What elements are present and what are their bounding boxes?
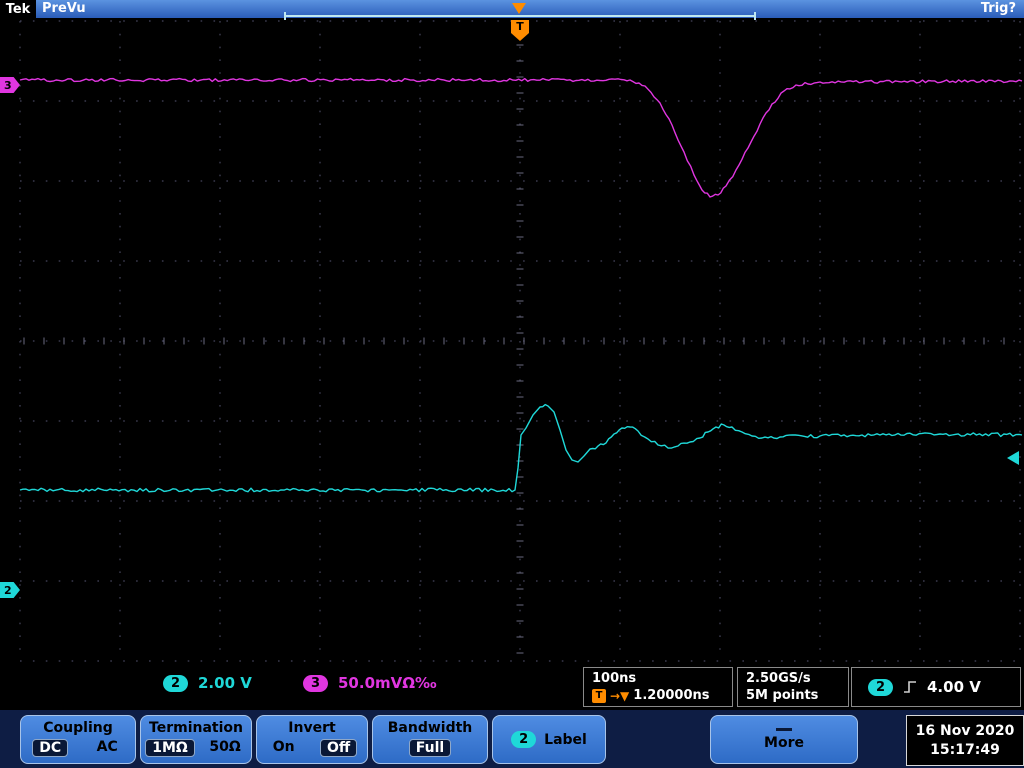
coupling-dc-option[interactable]: DC (32, 739, 69, 757)
invert-off-option[interactable]: Off (320, 739, 358, 757)
readout-strip: 2 2.00 V 3 50.0mVΩ‰ 100ns T →▼ 1.20000ns… (0, 664, 1024, 710)
trigger-level: 4.00 V (927, 678, 981, 696)
trigger-source-badge: 2 (868, 678, 893, 696)
channel3-readout[interactable]: 3 50.0mVΩ‰ (303, 674, 437, 692)
channel2-scale: 2.00 V (198, 674, 252, 692)
invert-button[interactable]: Invert On Off (256, 715, 368, 764)
coupling-button[interactable]: Coupling DC AC (20, 715, 136, 764)
record-view-left-bracket (284, 12, 286, 20)
channel2-readout[interactable]: 2 2.00 V (163, 674, 252, 692)
label-title: Label (544, 731, 587, 748)
acquisition-status: PreVu (42, 1, 86, 16)
record-length: 5M points (746, 688, 819, 703)
trigger-status: Trig? (980, 1, 1016, 16)
bandwidth-button[interactable]: Bandwidth Full (372, 715, 488, 764)
channel3-badge: 3 (303, 674, 328, 692)
invert-title: Invert (288, 720, 336, 736)
oscilloscope-screen: Tek PreVu Trig? T 3 2 2 2.00 V 3 50.0mVΩ… (0, 0, 1024, 768)
time-text: 15:17:49 (930, 741, 1000, 758)
delay-arrow-icon: →▼ (610, 688, 630, 703)
more-button[interactable]: More (710, 715, 858, 764)
more-title: More (764, 735, 804, 751)
tek-logo: Tek (0, 0, 36, 18)
rising-edge-icon (904, 681, 916, 693)
label-channel-badge: 2 (511, 731, 537, 748)
label-button[interactable]: 2 Label (492, 715, 606, 764)
termination-50ohm-option[interactable]: 50Ω (203, 739, 246, 757)
datetime-display: 16 Nov 2020 15:17:49 (906, 715, 1024, 766)
trigger-readout[interactable]: 2 4.00 V (851, 667, 1021, 707)
trigger-delay: 1.20000ns (633, 688, 710, 703)
channel3-scale: 50.0mVΩ‰ (338, 674, 437, 692)
more-indicator-icon (776, 728, 792, 731)
termination-1mohm-option[interactable]: 1MΩ (145, 739, 195, 757)
trigger-position-arrow-icon[interactable] (512, 3, 526, 14)
channel2-badge: 2 (163, 674, 188, 692)
time-per-div: 100ns (592, 671, 637, 686)
date-text: 16 Nov 2020 (915, 722, 1015, 739)
termination-title: Termination (149, 720, 243, 736)
sample-rate: 2.50GS/s (746, 671, 811, 686)
coupling-ac-option[interactable]: AC (91, 739, 124, 757)
termination-button[interactable]: Termination 1MΩ 50Ω (140, 715, 252, 764)
record-view-right-bracket (754, 12, 756, 20)
coupling-title: Coupling (43, 720, 113, 736)
horizontal-readout[interactable]: 100ns T →▼ 1.20000ns (583, 667, 733, 707)
bandwidth-full-option[interactable]: Full (408, 739, 452, 757)
invert-on-option[interactable]: On (267, 739, 301, 757)
graticule (19, 20, 1023, 662)
bandwidth-title: Bandwidth (387, 720, 473, 736)
trigger-level-arrow-icon[interactable] (1007, 451, 1019, 465)
bottom-menu-bar: Coupling DC AC Termination 1MΩ 50Ω Inver… (0, 710, 1024, 768)
record-view-bar (285, 15, 755, 17)
acquisition-readout[interactable]: 2.50GS/s 5M points (737, 667, 849, 707)
trigger-badge-icon: T (592, 688, 606, 703)
